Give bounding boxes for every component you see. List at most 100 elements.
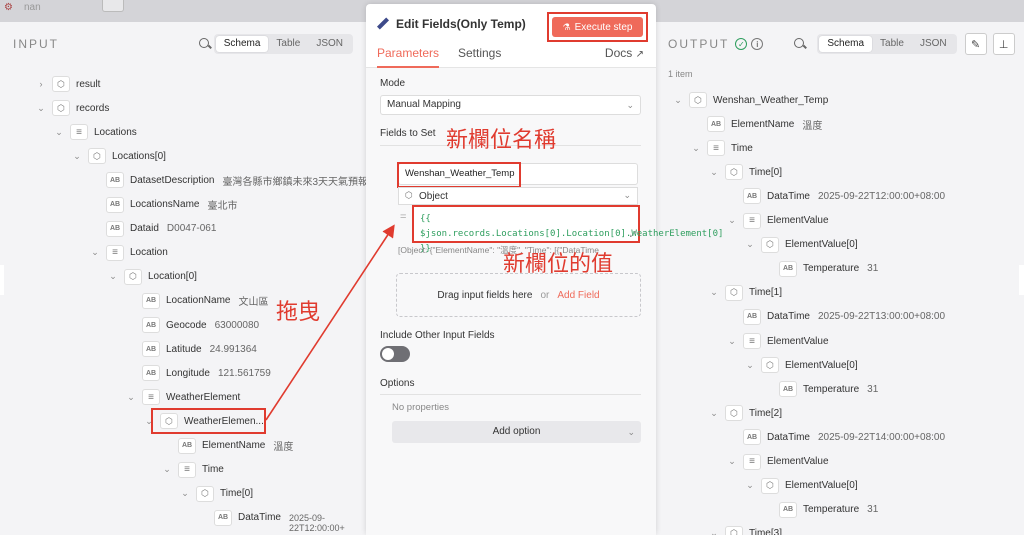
tree-row[interactable]: AB DataTime 2025-09-22T13:00:00+08:00	[727, 308, 945, 326]
tree-value: 2025-09-22T12:00:00+	[288, 512, 345, 533]
tree-row[interactable]: ⌄ WeatherElement	[126, 388, 240, 406]
tree-key: Location[0]	[148, 271, 197, 283]
chevron-down-icon[interactable]: ⌄	[54, 127, 64, 138]
tree-key: Time	[731, 142, 753, 154]
drag-source-highlight	[151, 408, 266, 434]
object-type-icon	[725, 164, 743, 181]
tree-row[interactable]: AB ElementName 溫度	[162, 437, 293, 455]
drop-zone[interactable]: Drag input fields here or Add Field	[396, 273, 641, 317]
docs-link[interactable]: Docs ↗	[605, 46, 644, 60]
tree-key: Wenshan_Weather_Temp	[713, 94, 829, 106]
tree-row[interactable]: AB Temperature 31	[763, 260, 878, 278]
string-type-icon: AB	[142, 292, 160, 309]
tree-row[interactable]: ⌄ Location	[90, 244, 168, 262]
tree-row[interactable]: AB Dataid D0047-061	[90, 220, 216, 238]
chevron-down-icon[interactable]: ⌄	[162, 464, 172, 475]
tree-row[interactable]: ⌄ ElementValue	[727, 453, 829, 471]
output-panel: OUTPUT ✓ i Schema Table JSON ✎ ⊥ 1 item …	[656, 22, 1024, 535]
chevron-down-icon[interactable]: ⌄	[745, 360, 755, 371]
chevron-down-icon[interactable]: ⌄	[709, 167, 719, 178]
tree-key: Time[0]	[220, 488, 253, 500]
tree-row[interactable]: AB DataTime 2025-09-22T14:00:00+08:00	[727, 428, 945, 446]
tree-value: 2025-09-22T14:00:00+08:00	[817, 431, 946, 443]
tree-row[interactable]: AB ElementName 溫度	[691, 115, 822, 133]
tree-row[interactable]: ⌄ Wenshan_Weather_Temp	[673, 91, 828, 109]
chevron-down-icon[interactable]: ⌄	[673, 95, 683, 106]
chevron-down-icon[interactable]: ⌄	[36, 103, 46, 114]
chevron-down-icon[interactable]: ⌄	[691, 143, 701, 154]
chevron-down-icon[interactable]: ⌄	[727, 336, 737, 347]
chevron-down-icon[interactable]: ⌄	[745, 480, 755, 491]
tree-row[interactable]: ⌄ Time[3]	[709, 525, 782, 535]
chevron-down-icon[interactable]: ⌄	[745, 239, 755, 250]
add-option-button[interactable]: Add option ⌄	[392, 421, 641, 443]
app-name: nan	[24, 2, 41, 13]
tree-key: Locations[0]	[112, 150, 166, 162]
tree-row[interactable]: ⌄ Time	[691, 139, 753, 157]
field-name-input[interactable]: Wenshan_Weather_Temp	[397, 162, 638, 188]
tree-row[interactable]: ⌄ Time[0]	[180, 485, 253, 503]
tree-row[interactable]: AB DatasetDescription 臺灣各縣市鄉鎮未來3天天氣預報	[90, 171, 368, 189]
chevron-down-icon[interactable]: ⌄	[727, 215, 737, 226]
chevron-down-icon[interactable]: ⌄	[727, 456, 737, 467]
tree-row[interactable]: ⌄ Time[1]	[709, 284, 782, 302]
chevron-down-icon[interactable]: ⌄	[180, 488, 190, 499]
tree-row[interactable]: ⌄ ElementValue	[727, 332, 829, 350]
chevron-down-icon[interactable]: ⌄	[709, 528, 719, 535]
tree-row[interactable]: ⌄ ElementValue[0]	[745, 477, 858, 495]
mode-select[interactable]: Manual Mapping ⌄	[380, 95, 641, 115]
include-other-fields-toggle[interactable]	[380, 346, 410, 362]
chevron-right-icon[interactable]: ›	[36, 79, 46, 89]
string-type-icon: AB	[106, 172, 124, 189]
tree-row[interactable]: AB Latitude 24.991364	[126, 340, 257, 358]
tree-key: Location	[130, 247, 168, 259]
tree-row[interactable]: ⌄ ElementValue[0]	[745, 236, 858, 254]
expand-expression-icon[interactable]: ⤢	[630, 230, 636, 240]
chevron-down-icon: ⌄	[626, 100, 634, 110]
tree-row[interactable]: ⌄ Time	[162, 461, 224, 479]
array-type-icon	[707, 140, 725, 157]
annotation-new-field-value: 新欄位的值	[503, 252, 614, 277]
tree-row[interactable]: AB Temperature 31	[763, 380, 878, 398]
tree-row[interactable]: ⌄ Locations	[54, 123, 137, 141]
mode-label: Mode	[380, 78, 406, 89]
chevron-down-icon[interactable]: ⌄	[709, 408, 719, 419]
tab-settings[interactable]: Settings	[458, 46, 501, 68]
chevron-down-icon[interactable]: ⌄	[108, 271, 118, 282]
tree-value: 31	[867, 263, 879, 275]
field-type-select[interactable]: ⬡ Object ⌄	[398, 187, 638, 205]
tree-row[interactable]: ⌄ ElementValue	[727, 212, 829, 230]
tree-key: Geocode	[166, 319, 207, 331]
chevron-down-icon[interactable]: ⌄	[126, 392, 136, 403]
tree-row[interactable]: AB Longitude 121.561759	[126, 364, 271, 382]
object-type-icon	[761, 357, 779, 374]
add-field-link[interactable]: Add Field	[557, 290, 599, 301]
field-value-expression[interactable]: {{ $json.records.Locations[0].Location[0…	[412, 205, 723, 254]
string-type-icon: AB	[142, 365, 160, 382]
tree-row[interactable]: AB Geocode 63000080	[126, 316, 259, 334]
tree-row[interactable]: ⌄ Time[2]	[709, 404, 782, 422]
tree-row[interactable]: ⌄ ElementValue[0]	[745, 356, 858, 374]
tree-row[interactable]: AB Temperature 31	[763, 501, 878, 519]
tree-row[interactable]: ⌄ Location[0]	[108, 268, 197, 286]
node-title-text[interactable]: Edit Fields(Only Temp)	[396, 17, 526, 31]
execute-step-button[interactable]: ⚗ Execute step	[552, 17, 643, 37]
tree-row[interactable]: ⌄ Time[0]	[709, 163, 782, 181]
execute-step-highlight: ⚗ Execute step	[547, 12, 648, 42]
chevron-down-icon[interactable]: ⌄	[72, 151, 82, 162]
tree-row[interactable]: AB LocationsName 臺北市	[90, 196, 237, 214]
tree-row[interactable]: AB LocationName 文山區	[126, 292, 268, 310]
chevron-down-icon[interactable]: ⌄	[709, 287, 719, 298]
toolbar-mini-button[interactable]	[102, 0, 124, 12]
tree-value: 臺北市	[207, 201, 238, 212]
tree-row[interactable]: › result	[36, 75, 100, 93]
array-type-icon	[178, 461, 196, 478]
tab-parameters[interactable]: Parameters	[377, 46, 440, 68]
tree-row[interactable]: ⌄ records	[36, 99, 109, 117]
tree-key: ElementValue[0]	[785, 359, 858, 371]
tree-value: 31	[867, 504, 879, 516]
tree-row[interactable]: AB DataTime 2025-09-22T12:00:00+08:00	[727, 187, 945, 205]
chevron-down-icon[interactable]: ⌄	[90, 247, 100, 258]
tree-row[interactable]: ⌄ Locations[0]	[72, 147, 166, 165]
tree-row[interactable]: AB DataTime 2025-09-22T12:00:00+	[198, 509, 351, 533]
